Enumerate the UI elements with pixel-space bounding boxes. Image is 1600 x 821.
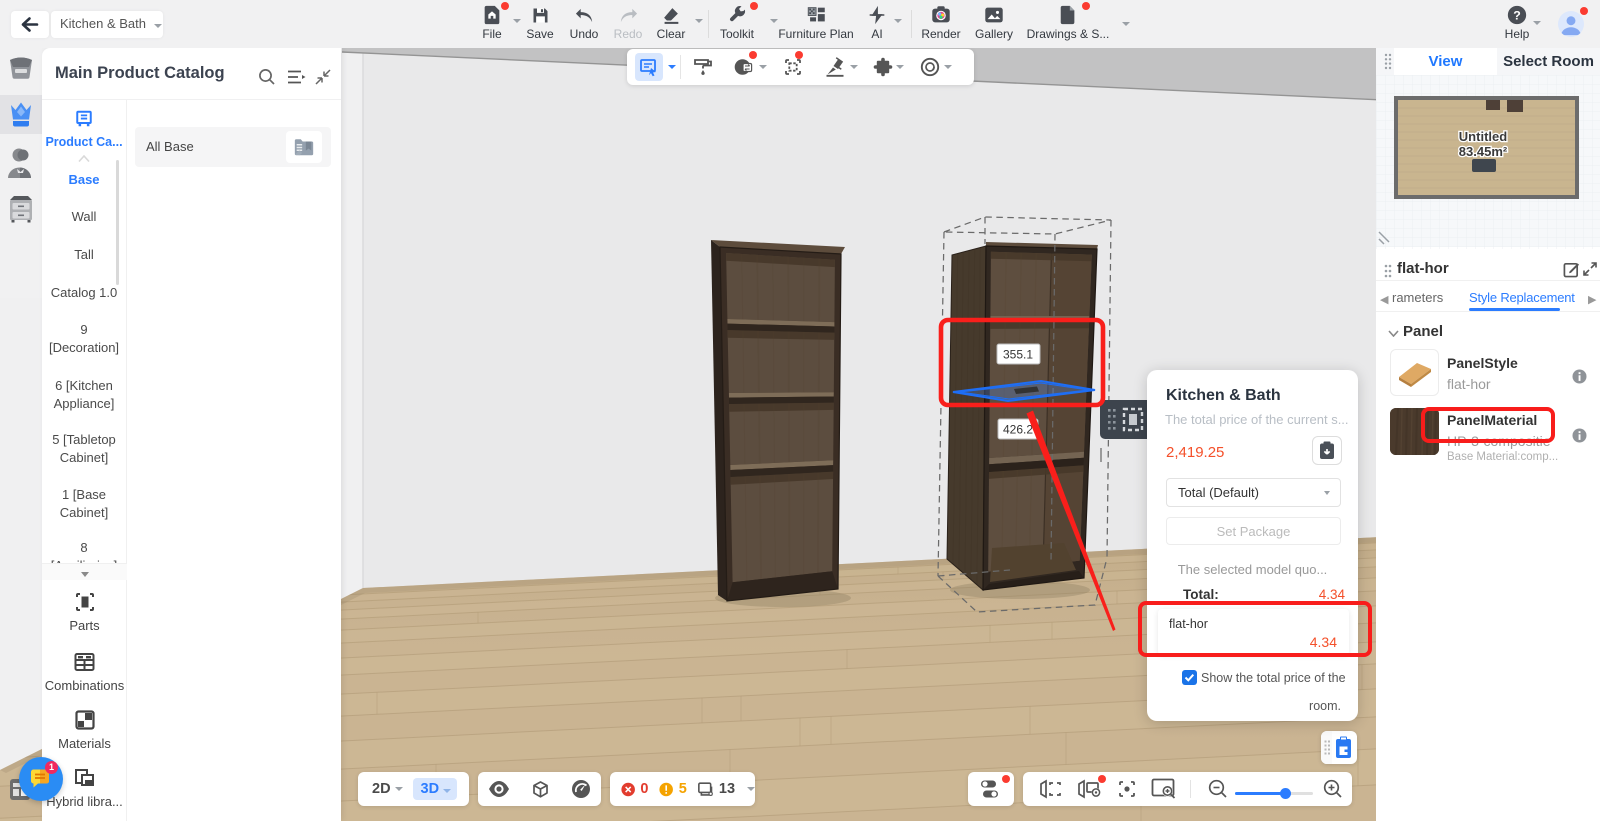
svg-text:83.45m²: 83.45m²: [1459, 144, 1508, 159]
svg-text:355.1: 355.1: [1003, 348, 1033, 362]
svg-text:?: ?: [1513, 9, 1521, 23]
svg-text:Untitled: Untitled: [1459, 129, 1507, 144]
svg-text:426.2: 426.2: [1003, 423, 1033, 437]
